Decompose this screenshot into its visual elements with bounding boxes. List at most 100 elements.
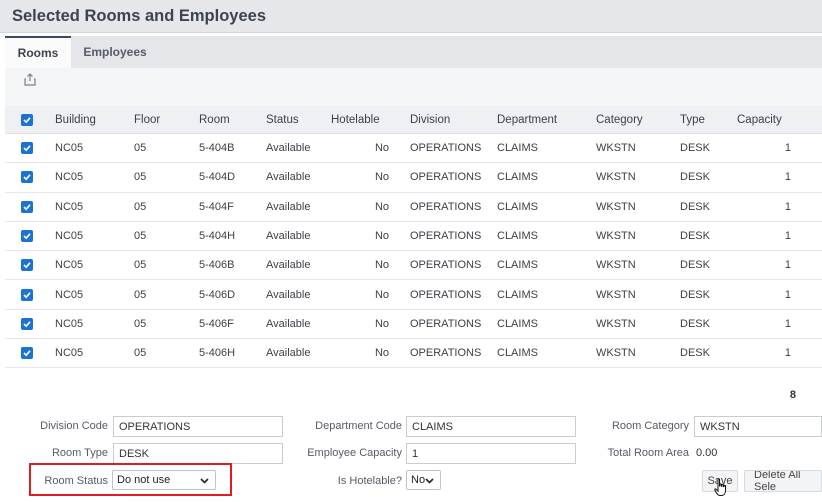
cell-category: WKSTN <box>596 142 636 155</box>
tab-employees[interactable]: Employees <box>75 36 155 68</box>
cell-division: OPERATIONS <box>410 171 482 184</box>
cell-type: DESK <box>680 288 710 301</box>
cell-category: WKSTN <box>596 317 636 330</box>
cell-room: 5-404H <box>199 230 236 243</box>
export-icon[interactable] <box>22 72 38 88</box>
cell-department: CLAIMS <box>497 288 538 301</box>
room-type-label: Room Type <box>51 447 108 459</box>
chevron-down-icon <box>425 478 434 484</box>
select-all-checkbox[interactable] <box>21 113 33 126</box>
cell-floor: 05 <box>134 347 147 360</box>
row-checkbox[interactable] <box>21 288 33 301</box>
department-code-label: Department Code <box>315 420 402 432</box>
hand-cursor-icon <box>714 478 726 496</box>
row-checkbox[interactable] <box>21 171 33 184</box>
cell-capacity: 1 <box>784 230 791 243</box>
cell-status: Available <box>266 347 311 360</box>
table-row[interactable]: NC05 05 5-404D Available No OPERATIONS CLAIMS W… <box>5 163 822 193</box>
column-header-building[interactable]: Building <box>55 106 96 133</box>
column-header-category[interactable]: Category <box>596 106 643 133</box>
cell-floor: 05 <box>134 200 147 213</box>
cell-capacity: 1 <box>784 171 791 184</box>
cell-hotelable: No <box>374 142 389 155</box>
delete-all-button[interactable]: Delete All Sele <box>744 470 822 492</box>
cell-category: WKSTN <box>596 288 636 301</box>
is-hotelable-select[interactable]: No <box>406 470 441 490</box>
cell-status: Available <box>266 142 311 155</box>
table-row[interactable]: NC05 05 5-406F Available No OPERATIONS CLAIMS W… <box>5 309 822 340</box>
cell-floor: 05 <box>134 317 147 330</box>
cell-room: 5-406H <box>199 347 236 360</box>
cell-room: 5-406F <box>199 317 234 330</box>
division-code-input[interactable] <box>113 416 283 437</box>
cell-hotelable: No <box>374 288 389 301</box>
row-checkbox[interactable] <box>21 200 33 213</box>
cell-building: NC05 <box>55 171 84 184</box>
column-header-hotelable[interactable]: Hotelable <box>331 106 380 133</box>
column-header-capacity[interactable]: Capacity <box>737 106 782 133</box>
cell-type: DESK <box>680 171 710 184</box>
capacity-total: 8 <box>789 389 796 401</box>
is-hotelable-label: Is Hotelable? <box>337 475 402 487</box>
room-category-input[interactable] <box>694 416 822 437</box>
cell-hotelable: No <box>374 259 389 272</box>
cell-floor: 05 <box>134 230 147 243</box>
cell-capacity: 1 <box>784 142 791 155</box>
is-hotelable-value: No <box>411 474 426 486</box>
table-row[interactable]: NC05 05 5-406B Available No OPERATIONS CLAIMS W… <box>5 251 822 281</box>
row-checkbox[interactable] <box>21 347 33 360</box>
cell-status: Available <box>266 200 311 213</box>
table-row[interactable]: NC05 05 5-404F Available No OPERATIONS CLAIMS W… <box>5 192 822 222</box>
grid-header-row: Building Floor Room Status Hotelable Div… <box>5 106 822 134</box>
tab-rooms[interactable]: Rooms <box>5 36 71 68</box>
cell-department: CLAIMS <box>497 142 538 155</box>
cell-floor: 05 <box>134 171 147 184</box>
grid-toolbar <box>5 68 822 106</box>
cell-building: NC05 <box>55 288 84 301</box>
cell-division: OPERATIONS <box>410 200 482 213</box>
cell-category: WKSTN <box>596 230 636 243</box>
cell-room: 5-406B <box>199 259 235 272</box>
column-header-type[interactable]: Type <box>680 106 705 133</box>
cell-status: Available <box>266 288 311 301</box>
employee-capacity-input[interactable] <box>406 443 576 464</box>
row-checkbox[interactable] <box>21 142 33 155</box>
column-header-floor[interactable]: Floor <box>134 106 160 133</box>
cell-category: WKSTN <box>596 171 636 184</box>
room-category-label: Room Category <box>611 420 689 432</box>
column-header-department[interactable]: Department <box>497 106 557 133</box>
cell-capacity: 1 <box>784 347 791 360</box>
table-row[interactable]: NC05 05 5-406H Available No OPERATIONS CLAIMS W… <box>5 339 822 369</box>
table-row[interactable]: NC05 05 5-406D Available No OPERATIONS CLAIMS W… <box>5 280 822 310</box>
cell-department: CLAIMS <box>497 347 538 360</box>
cell-type: DESK <box>680 347 710 360</box>
room-type-input[interactable] <box>113 443 283 464</box>
checkmark-icon <box>23 291 31 298</box>
row-checkbox[interactable] <box>21 259 33 272</box>
cell-department: CLAIMS <box>497 259 538 272</box>
checkmark-icon <box>23 145 31 152</box>
table-row[interactable]: NC05 05 5-404H Available No OPERATIONS CLAIMS W… <box>5 221 822 252</box>
department-code-input[interactable] <box>406 416 576 437</box>
checkmark-icon <box>23 174 31 181</box>
cell-hotelable: No <box>374 230 389 243</box>
cell-type: DESK <box>680 259 710 272</box>
column-header-division[interactable]: Division <box>410 106 450 133</box>
row-checkbox[interactable] <box>21 230 33 243</box>
cell-type: DESK <box>680 142 710 155</box>
checkmark-icon <box>23 350 31 357</box>
cell-department: CLAIMS <box>497 200 538 213</box>
cell-status: Available <box>266 259 311 272</box>
checkmark-icon <box>23 321 31 328</box>
cell-category: WKSTN <box>596 259 636 272</box>
checkmark-icon <box>23 204 31 211</box>
rooms-grid: Building Floor Room Status Hotelable Div… <box>5 106 822 369</box>
cell-capacity: 1 <box>784 317 791 330</box>
column-header-room[interactable]: Room <box>199 106 230 133</box>
cell-department: CLAIMS <box>497 317 538 330</box>
column-header-status[interactable]: Status <box>266 106 299 133</box>
row-checkbox[interactable] <box>21 317 33 330</box>
cell-room: 5-404B <box>199 142 235 155</box>
cell-floor: 05 <box>134 288 147 301</box>
table-row[interactable]: NC05 05 5-404B Available No OPERATIONS CLAIMS W… <box>5 134 822 164</box>
